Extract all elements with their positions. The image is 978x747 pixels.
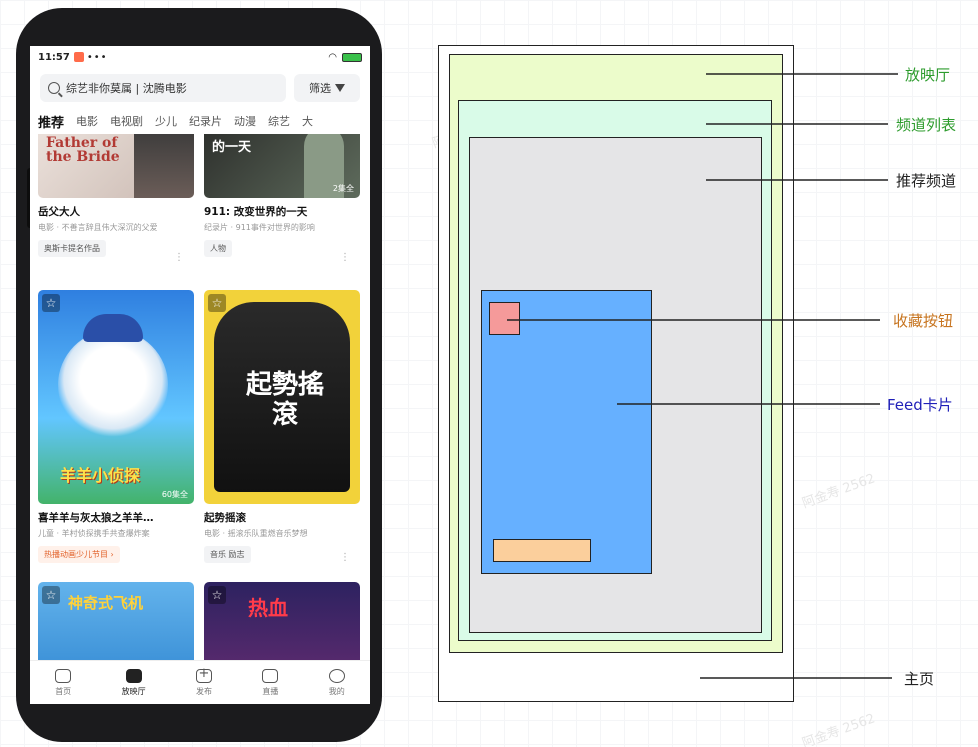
card-poster: 羊羊小侦探 ☆ 60集全 [38,290,194,504]
tab-home[interactable]: 首页 [55,668,72,697]
card-poster: Father of the Bride [38,134,194,198]
label-favorite-button: 收藏按钮 [893,312,954,330]
feed-card[interactable]: 热血 ☆ [204,582,360,666]
search-input[interactable]: 综艺非你莫属 | 沈腾电影 [40,74,286,102]
channel-tabs: 推荐 电影 电视剧 少儿 纪录片 动漫 综艺 大 [38,110,370,132]
card-subtitle: 儿童 · 羊村侦探携手共查爆炸案 [38,529,150,538]
tab-tv[interactable]: 电视剧 [110,113,143,129]
favorite-button-box [489,302,520,335]
card-tag[interactable]: 音乐 励志 [204,546,251,563]
poster-title: 羊羊小侦探 [60,466,141,485]
poster-figure [134,134,194,198]
favorite-icon[interactable]: ☆ [42,586,60,604]
poster-title: 热血 [248,596,288,620]
card-subtitle: 电影 · 摇滚乐队重燃音乐梦想 [204,529,308,538]
person-icon [328,668,345,683]
poster-hat [83,314,143,342]
card-poster: 起勢搖滾 ☆ [204,290,360,504]
card-title: 喜羊羊与灰太狼之羊羊… [38,512,154,524]
card-bottom-bar-box [493,539,591,562]
search-icon [48,82,60,94]
notification-icon [73,52,84,62]
feed-card[interactable]: 羊羊小侦探 ☆ 60集全 喜羊羊与灰太狼之羊羊… 儿童 · 羊村侦探携手共查爆炸… [38,290,194,563]
favorite-icon[interactable]: ☆ [208,586,226,604]
card-title: 岳父大人 [38,206,80,218]
tab-home-label: 首页 [55,686,72,696]
card-tag[interactable]: 奥斯卡提名作品 [38,240,106,257]
tab-documentary[interactable]: 纪录片 [189,113,222,129]
card-subtitle: 电影 · 不善言辞且伟大深沉的父爱 [38,223,158,232]
tab-recommend[interactable]: 推荐 [38,112,64,131]
feed-card[interactable]: 神奇式飞机 ☆ [38,582,194,666]
poster-character [58,330,168,440]
filter-button[interactable]: 筛选 [294,74,360,102]
favorite-icon[interactable]: ☆ [208,294,226,312]
card-subtitle: 纪录片 · 911事件对世界的影响 [204,223,315,232]
label-home: 主页 [904,670,935,688]
favorite-icon[interactable]: ☆ [42,294,60,312]
funnel-icon [335,84,345,92]
label-recommend-channel: 推荐频道 [896,172,957,190]
tv-icon [125,668,142,683]
label-screening-hall: 放映厅 [905,66,951,84]
card-title: 911: 改变世界的一天 [204,206,308,218]
tab-live-label: 直播 [262,686,279,696]
wifi-icon: ◠ [328,51,337,63]
poster-title: 的一天 [212,140,252,155]
bottom-tab-bar: 首页 放映厅 发布 直播 我的 [30,660,370,704]
tab-anime[interactable]: 动漫 [234,113,256,129]
card-poster: 神奇式飞机 ☆ [38,582,194,666]
tab-more[interactable]: 大 [302,113,313,129]
episode-badge: 60集全 [161,490,188,499]
status-time: 11:57 [38,51,70,63]
search-placeholder: 综艺非你莫属 | 沈腾电影 [66,82,187,95]
feed-card[interactable]: 起勢搖滾 ☆ 起势摇滚 电影 · 摇滚乐队重燃音乐梦想 音乐 励志 ⋮ [204,290,360,563]
tab-variety[interactable]: 综艺 [268,113,290,129]
phone-screen: 11:57 ••• ◠ 综艺非你莫属 | 沈腾电影 筛选 推荐 电影 电视剧 少… [30,46,370,704]
status-dots: ••• [86,51,108,63]
poster-title: Father of the Bride [46,135,120,165]
tab-screening-hall[interactable]: 放映厅 [121,668,146,697]
live-icon [262,668,279,683]
card-poster: 热血 ☆ [204,582,360,666]
tab-publish[interactable]: 发布 [195,666,212,697]
plus-icon [195,666,212,683]
battery-icon [342,52,362,62]
card-tag[interactable]: 人物 [204,240,232,257]
poster-title: 起勢搖滾 [245,370,324,430]
feed-card[interactable]: 的一天 2集全 911: 改变世界的一天 纪录片 · 911事件对世界的影响 人… [204,134,360,263]
label-channel-list: 频道列表 [896,116,957,134]
poster-title: 神奇式飞机 [68,594,144,612]
tab-publish-label: 发布 [195,686,212,696]
tab-live[interactable]: 直播 [262,668,279,697]
card-title: 起势摇滚 [204,512,246,524]
status-bar: 11:57 ••• ◠ [30,46,370,68]
label-feed-card: Feed卡片 [887,396,953,414]
filter-label: 筛选 [309,82,331,95]
tab-me-label: 我的 [328,686,345,696]
feed-list[interactable]: Father of the Bride 岳父大人 电影 · 不善言辞且伟大深沉的… [30,134,370,666]
tab-me[interactable]: 我的 [328,668,345,697]
tab-screening-hall-label: 放映厅 [121,686,146,696]
status-right: ◠ [328,52,362,63]
more-icon[interactable]: ⋮ [340,252,350,263]
tab-movie[interactable]: 电影 [76,113,98,129]
card-tag[interactable]: 热播动画少儿节目 › [38,546,120,563]
tab-kids[interactable]: 少儿 [155,113,177,129]
more-icon[interactable]: ⋮ [174,252,184,263]
episode-badge: 2集全 [332,184,354,193]
card-poster: 的一天 2集全 [204,134,360,198]
feed-card[interactable]: Father of the Bride 岳父大人 电影 · 不善言辞且伟大深沉的… [38,134,194,263]
more-icon[interactable]: ⋮ [340,552,350,563]
home-icon [55,668,72,683]
